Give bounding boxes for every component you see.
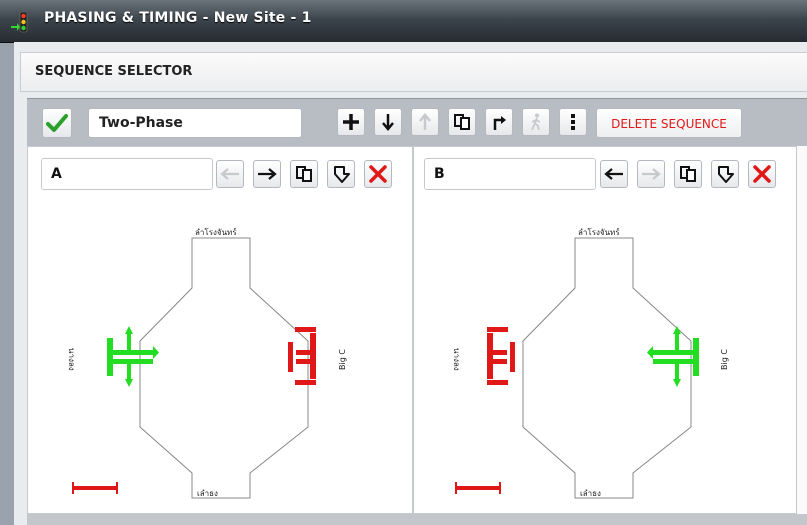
section-title: SEQUENCE SELECTOR [35, 64, 193, 79]
window-titlebar: PHASING & TIMING - New Site - 1 [0, 0, 807, 43]
intersection-diagram [455, 237, 699, 499]
phase-name-field[interactable]: A [41, 158, 213, 190]
road-label-west: นางลง [452, 348, 461, 371]
vertical-dots-icon [571, 114, 575, 130]
paste-phase-button[interactable] [711, 160, 739, 188]
turn-movement-button[interactable] [485, 108, 513, 136]
move-phase-right-button[interactable] [637, 160, 665, 188]
delete-phase-button[interactable] [748, 160, 776, 188]
add-phase-button[interactable] [337, 108, 365, 136]
road-label-north: ลำโรงจันทร์ [578, 228, 620, 237]
arrow-right-icon [258, 168, 277, 180]
arrow-left-icon [604, 168, 623, 180]
status-strip [27, 514, 807, 525]
pedestrian-icon [531, 113, 541, 131]
move-phase-up-button[interactable] [411, 108, 439, 136]
copy-icon [454, 114, 470, 130]
arrow-right-icon [642, 168, 661, 180]
duplicate-phase-button[interactable] [674, 160, 702, 188]
pedestrian-button[interactable] [522, 108, 550, 136]
copy-icon [296, 166, 312, 182]
sequence-name-field[interactable]: Two-Phase [88, 108, 302, 138]
plus-icon [343, 114, 359, 130]
checkmark-icon [46, 114, 68, 132]
delete-sequence-button[interactable]: DELETE SEQUENCE [596, 108, 742, 138]
copy-icon [680, 166, 696, 182]
more-options-button[interactable] [559, 108, 587, 136]
scale-bar [72, 482, 118, 494]
road-label-north: ลำโรงจันทร์ [195, 228, 237, 237]
scale-bar [455, 482, 501, 494]
duplicate-phase-button[interactable] [290, 160, 318, 188]
arrow-left-icon [220, 168, 239, 180]
road-label-south: เลำธง [580, 489, 601, 498]
road-label-east: Big C [720, 349, 729, 370]
road-label-south: เลำธง [197, 489, 218, 498]
traffic-light-icon [11, 11, 28, 33]
intersection-diagram [72, 237, 316, 499]
close-icon [753, 165, 771, 183]
paste-phase-button[interactable] [327, 160, 355, 188]
paste-icon [718, 166, 734, 183]
turn-right-icon [493, 116, 506, 130]
section-header: SEQUENCE SELECTOR [20, 52, 807, 92]
window-title: PHASING & TIMING - New Site - 1 [44, 10, 312, 26]
west-approach-signal [487, 327, 515, 385]
road-label-west: นางลง [67, 348, 76, 371]
copy-phase-button[interactable] [448, 108, 476, 136]
move-phase-left-button[interactable] [216, 160, 244, 188]
move-phase-right-button[interactable] [253, 160, 281, 188]
move-phase-down-button[interactable] [374, 108, 402, 136]
arrow-down-icon [382, 114, 394, 131]
close-icon [369, 165, 387, 183]
confirm-button[interactable] [42, 108, 72, 138]
delete-phase-button[interactable] [364, 160, 392, 188]
move-phase-left-button[interactable] [600, 160, 628, 188]
road-label-east: Big C [338, 349, 347, 370]
arrow-up-icon [419, 113, 431, 130]
phase-name-field[interactable]: B [424, 158, 596, 190]
paste-icon [334, 166, 350, 183]
